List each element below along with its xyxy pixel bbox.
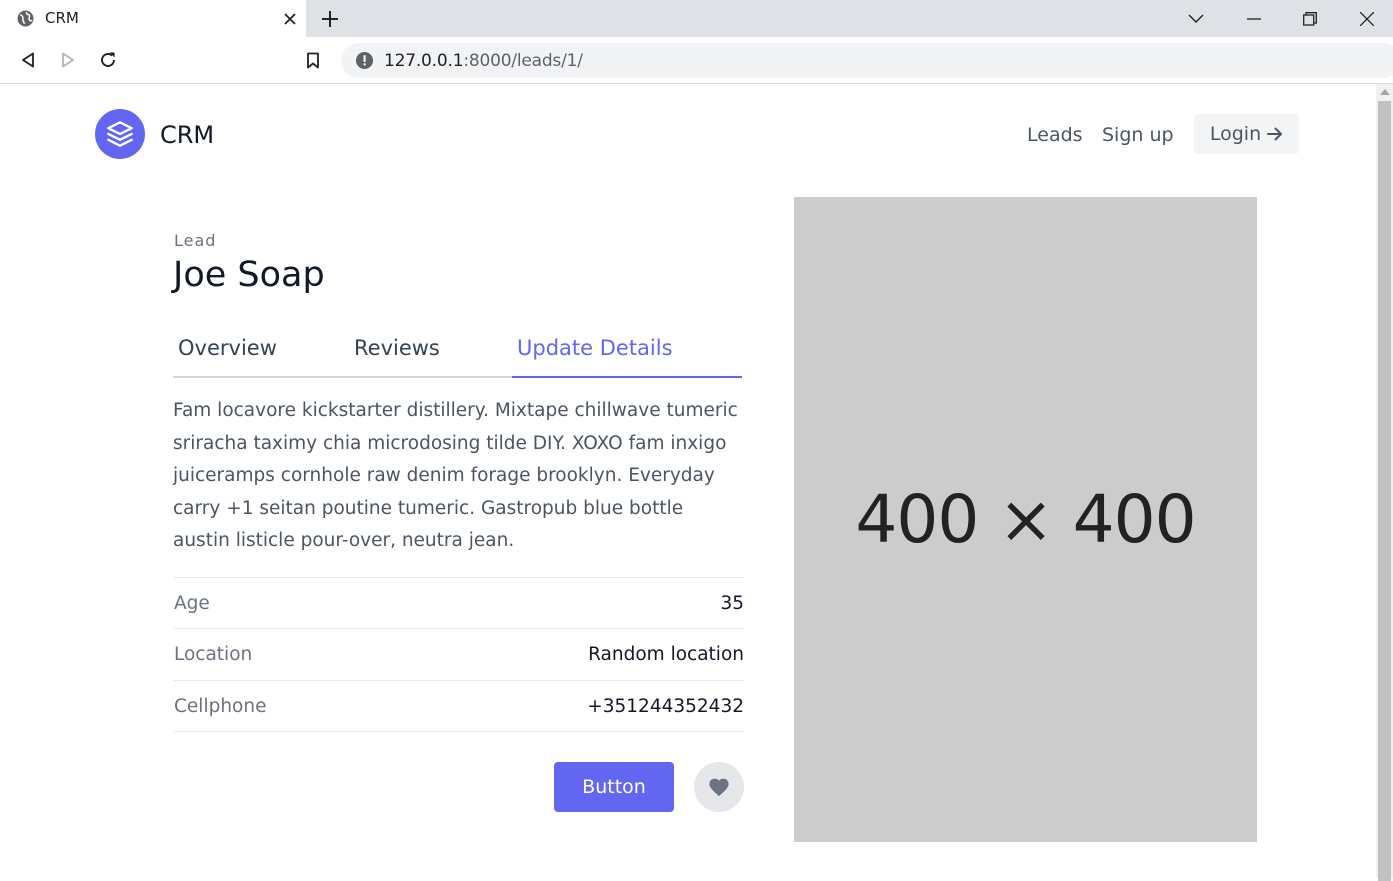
scrollbar-thumb[interactable] <box>1378 101 1391 881</box>
field-value: +351244352432 <box>587 696 744 717</box>
url-path: :8000/leads/1/ <box>463 51 583 71</box>
field-label: Cellphone <box>174 696 267 717</box>
field-label: Age <box>174 593 210 614</box>
address-bar[interactable]: 127.0.0.1:8000/leads/1/ <box>341 43 1393 78</box>
reload-button[interactable] <box>95 47 121 73</box>
url-host: 127.0.0.1 <box>384 51 464 71</box>
nav-link-leads[interactable]: Leads <box>1027 124 1083 146</box>
tab-overview[interactable]: Overview <box>178 333 277 378</box>
bookmark-button[interactable] <box>300 47 326 73</box>
reload-icon <box>101 52 115 67</box>
arrow-right-icon <box>1267 127 1283 141</box>
placeholder-dimensions: 400 × 400 <box>855 481 1196 558</box>
back-arrow-icon <box>22 52 34 68</box>
bookmark-icon <box>307 52 319 68</box>
lead-description: Fam locavore kickstarter distillery. Mix… <box>173 400 738 551</box>
chevron-down-icon <box>1188 14 1204 23</box>
page-title: Joe Soap <box>173 255 325 295</box>
url-text: 127.0.0.1:8000/leads/1/ <box>384 51 583 71</box>
new-tab-icon[interactable] <box>318 7 342 31</box>
field-row-age: Age 35 <box>174 577 744 629</box>
browser-tab[interactable]: CRM <box>0 0 306 37</box>
vertical-scrollbar[interactable] <box>1376 84 1393 881</box>
tab-update-details[interactable]: Update Details <box>512 333 742 378</box>
heart-icon <box>709 778 729 797</box>
back-button[interactable] <box>15 47 41 73</box>
tab-title: CRM <box>45 9 79 27</box>
minimize-icon <box>1247 17 1261 20</box>
field-row-cellphone: Cellphone +351244352432 <box>174 680 744 732</box>
tab-search-button[interactable] <box>1168 0 1224 37</box>
lead-image-placeholder: 400 × 400 <box>794 197 1257 842</box>
info-icon[interactable] <box>355 51 374 70</box>
lead-eyebrow: Lead <box>174 231 217 250</box>
close-window-button[interactable] <box>1339 0 1393 37</box>
primary-button[interactable]: Button <box>554 762 674 812</box>
minimize-button[interactable] <box>1226 0 1282 37</box>
brand-logo[interactable] <box>95 109 145 159</box>
favorite-button[interactable] <box>694 762 744 812</box>
layers-icon <box>107 121 133 147</box>
divider <box>174 731 744 732</box>
close-icon <box>1360 11 1374 26</box>
tab-reviews[interactable]: Reviews <box>354 333 440 378</box>
field-value: Random location <box>588 644 744 665</box>
page: CRM Leads Sign up Login Lead Joe Soap Ov… <box>0 85 1376 878</box>
restore-button[interactable] <box>1282 0 1338 37</box>
login-button[interactable]: Login <box>1194 114 1299 154</box>
browser-tab-bar: CRM <box>0 0 1393 37</box>
forward-button[interactable] <box>55 47 81 73</box>
browser-toolbar: 127.0.0.1:8000/leads/1/ <box>0 37 1393 84</box>
scroll-up-arrow-icon[interactable] <box>1380 89 1390 95</box>
field-row-location: Location Random location <box>174 628 744 680</box>
lead-tabs: Overview Reviews Update Details <box>173 333 742 378</box>
nav-link-signup[interactable]: Sign up <box>1102 124 1174 146</box>
field-value: 35 <box>720 593 744 614</box>
brand-name[interactable]: CRM <box>160 121 214 149</box>
login-label: Login <box>1209 123 1262 145</box>
restore-icon <box>1303 11 1317 26</box>
field-label: Location <box>174 644 253 665</box>
forward-arrow-icon <box>62 52 74 68</box>
close-tab-icon[interactable] <box>280 9 300 29</box>
globe-icon <box>17 10 34 27</box>
